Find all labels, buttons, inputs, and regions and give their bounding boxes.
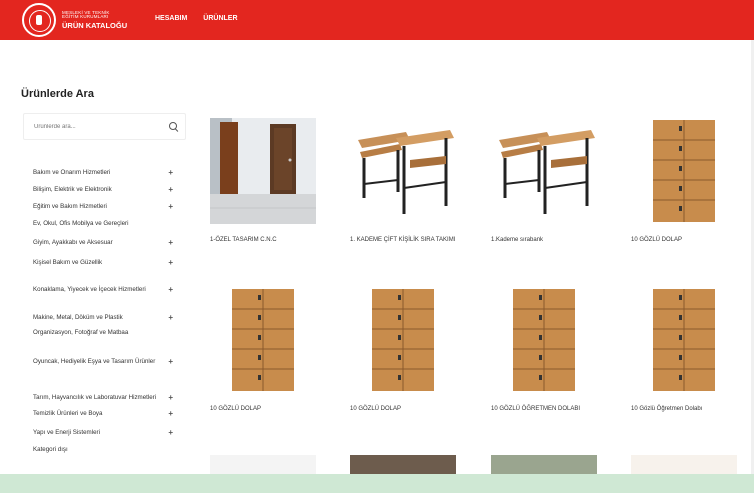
expand-plus-icon[interactable]: + <box>168 166 173 180</box>
expand-plus-icon[interactable]: + <box>168 200 173 214</box>
category-label: Tarım, Hayvancılık ve Laboratuvar Hizmet… <box>33 393 157 401</box>
category-item[interactable]: Yapı ve Enerji Sistemleri + <box>33 426 183 440</box>
category-item[interactable]: Makine, Metal, Döküm ve Plastik + <box>33 311 183 325</box>
product-image[interactable] <box>350 118 456 224</box>
category-label: Temizlik Ürünleri ve Boya <box>33 409 103 417</box>
expand-plus-icon[interactable]: + <box>168 426 173 440</box>
sidebar-title: Ürünlerde Ara <box>21 88 94 100</box>
category-label: Konaklama, Yiyecek ve İçecek Hizmetleri <box>33 285 146 293</box>
product-title[interactable]: 1. KADEME ÇİFT KİŞİLİK SIRA TAKIMI <box>350 236 456 246</box>
expand-plus-icon[interactable]: + <box>168 236 173 250</box>
category-label: Bakım ve Onarım Hizmetleri <box>33 168 111 176</box>
product-card[interactable]: 10 GÖZLÜ DOLAP <box>210 287 316 415</box>
footer-band <box>0 474 754 493</box>
expand-plus-icon[interactable]: + <box>168 355 173 369</box>
product-image[interactable] <box>210 287 316 393</box>
expand-plus-icon[interactable]: + <box>168 391 173 405</box>
category-label: Eğitim ve Bakım Hizmetleri <box>33 202 107 210</box>
product-title[interactable]: 10 GÖZLÜ DOLAP <box>631 236 737 246</box>
category-item[interactable]: Kişisel Bakım ve Güzellik + <box>33 256 183 270</box>
product-image-partial[interactable] <box>631 455 737 474</box>
category-label: Ev, Okul, Ofis Mobilya ve Gereçleri <box>33 219 129 227</box>
expand-plus-icon[interactable]: + <box>168 407 173 421</box>
product-image-partial[interactable] <box>210 455 316 474</box>
ministry-seal-icon <box>22 3 56 37</box>
product-title[interactable]: 10 GÖZLÜ ÖĞRETMEN DOLABI <box>491 405 597 415</box>
expand-plus-icon[interactable]: + <box>168 311 173 325</box>
logo-line-3: ÜRÜN KATALOĞU <box>62 20 128 30</box>
category-label: Oyuncak, Hediyelik Eşya ve Tasarım Ürünl… <box>33 357 156 365</box>
expand-plus-icon[interactable]: + <box>168 283 173 297</box>
product-card[interactable]: 1.Kademe sırabank <box>491 118 597 246</box>
nav-hesabim[interactable]: HESABIM <box>155 15 187 22</box>
expand-plus-icon[interactable]: + <box>168 256 173 270</box>
product-image[interactable] <box>491 118 597 224</box>
category-label: Makine, Metal, Döküm ve Plastik <box>33 313 123 321</box>
product-title[interactable]: 1.Kademe sırabank <box>491 236 597 246</box>
category-item[interactable]: Giyim, Ayakkabı ve Aksesuar + <box>33 236 183 250</box>
logo-line-2: EĞİTİM KURUMLARI <box>62 14 109 20</box>
category-item[interactable]: Oyuncak, Hediyelik Eşya ve Tasarım Ürünl… <box>33 348 183 376</box>
top-navbar: MESLEKİ VE TEKNİK EĞİTİM KURUMLARI ÜRÜN … <box>0 0 754 40</box>
product-image[interactable] <box>631 118 737 224</box>
category-label: Bilişim, Elektrik ve Elektronik <box>33 185 112 193</box>
product-image-partial[interactable] <box>491 455 597 474</box>
product-image[interactable] <box>491 287 597 393</box>
product-card[interactable]: 10 GÖZLÜ DOLAP <box>631 118 737 246</box>
product-image[interactable] <box>350 287 456 393</box>
logo-text: MESLEKİ VE TEKNİK EĞİTİM KURUMLARI ÜRÜN … <box>62 10 128 30</box>
category-item[interactable]: Eğitim ve Bakım Hizmetleri + <box>33 200 183 214</box>
product-title[interactable]: 10 Gözlü Öğretmen Dolabı <box>631 405 737 415</box>
product-card[interactable]: 10 GÖZLÜ ÖĞRETMEN DOLABI <box>491 287 597 415</box>
category-label: Kategori dışı <box>33 445 68 453</box>
category-item[interactable]: Organizasyon, Fotoğraf ve Matbaa <box>33 327 183 339</box>
category-label: Yapı ve Enerji Sistemleri <box>33 428 100 436</box>
search-input[interactable] <box>24 114 154 139</box>
product-card[interactable]: 10 Gözlü Öğretmen Dolabı <box>631 287 737 415</box>
main-nav: HESABIM ÜRÜNLER <box>155 15 238 22</box>
category-item[interactable]: Bakım ve Onarım Hizmetleri + <box>33 166 183 180</box>
category-label: Giyim, Ayakkabı ve Aksesuar <box>33 238 113 246</box>
category-item[interactable]: Ev, Okul, Ofis Mobilya ve Gereçleri <box>33 217 183 231</box>
category-label: Organizasyon, Fotoğraf ve Matbaa <box>33 328 129 336</box>
product-card[interactable]: 10 GÖZLÜ DOLAP <box>350 287 456 415</box>
product-card[interactable]: 1. KADEME ÇİFT KİŞİLİK SIRA TAKIMI <box>350 118 456 246</box>
category-item[interactable]: Bilişim, Elektrik ve Elektronik + <box>33 183 183 197</box>
site-logo[interactable]: MESLEKİ VE TEKNİK EĞİTİM KURUMLARI ÜRÜN … <box>22 3 127 37</box>
product-image[interactable] <box>631 287 737 393</box>
category-label: Kişisel Bakım ve Güzellik <box>33 258 103 266</box>
product-title[interactable]: 10 GÖZLÜ DOLAP <box>210 405 316 415</box>
expand-plus-icon[interactable]: + <box>168 183 173 197</box>
product-image[interactable] <box>210 118 316 224</box>
category-item[interactable]: Kategori dışı <box>33 444 183 456</box>
product-search <box>23 113 186 140</box>
nav-urunler[interactable]: ÜRÜNLER <box>203 15 237 22</box>
product-title[interactable]: 1-ÖZEL TASARIM C.N.C <box>210 236 316 246</box>
category-item[interactable]: Temizlik Ürünleri ve Boya + <box>33 407 183 421</box>
product-card[interactable]: 1-ÖZEL TASARIM C.N.C <box>210 118 316 246</box>
product-title[interactable]: 10 GÖZLÜ DOLAP <box>350 405 456 415</box>
category-item[interactable]: Konaklama, Yiyecek ve İçecek Hizmetleri + <box>33 277 183 303</box>
search-icon[interactable] <box>169 122 177 130</box>
product-image-partial[interactable] <box>350 455 456 474</box>
